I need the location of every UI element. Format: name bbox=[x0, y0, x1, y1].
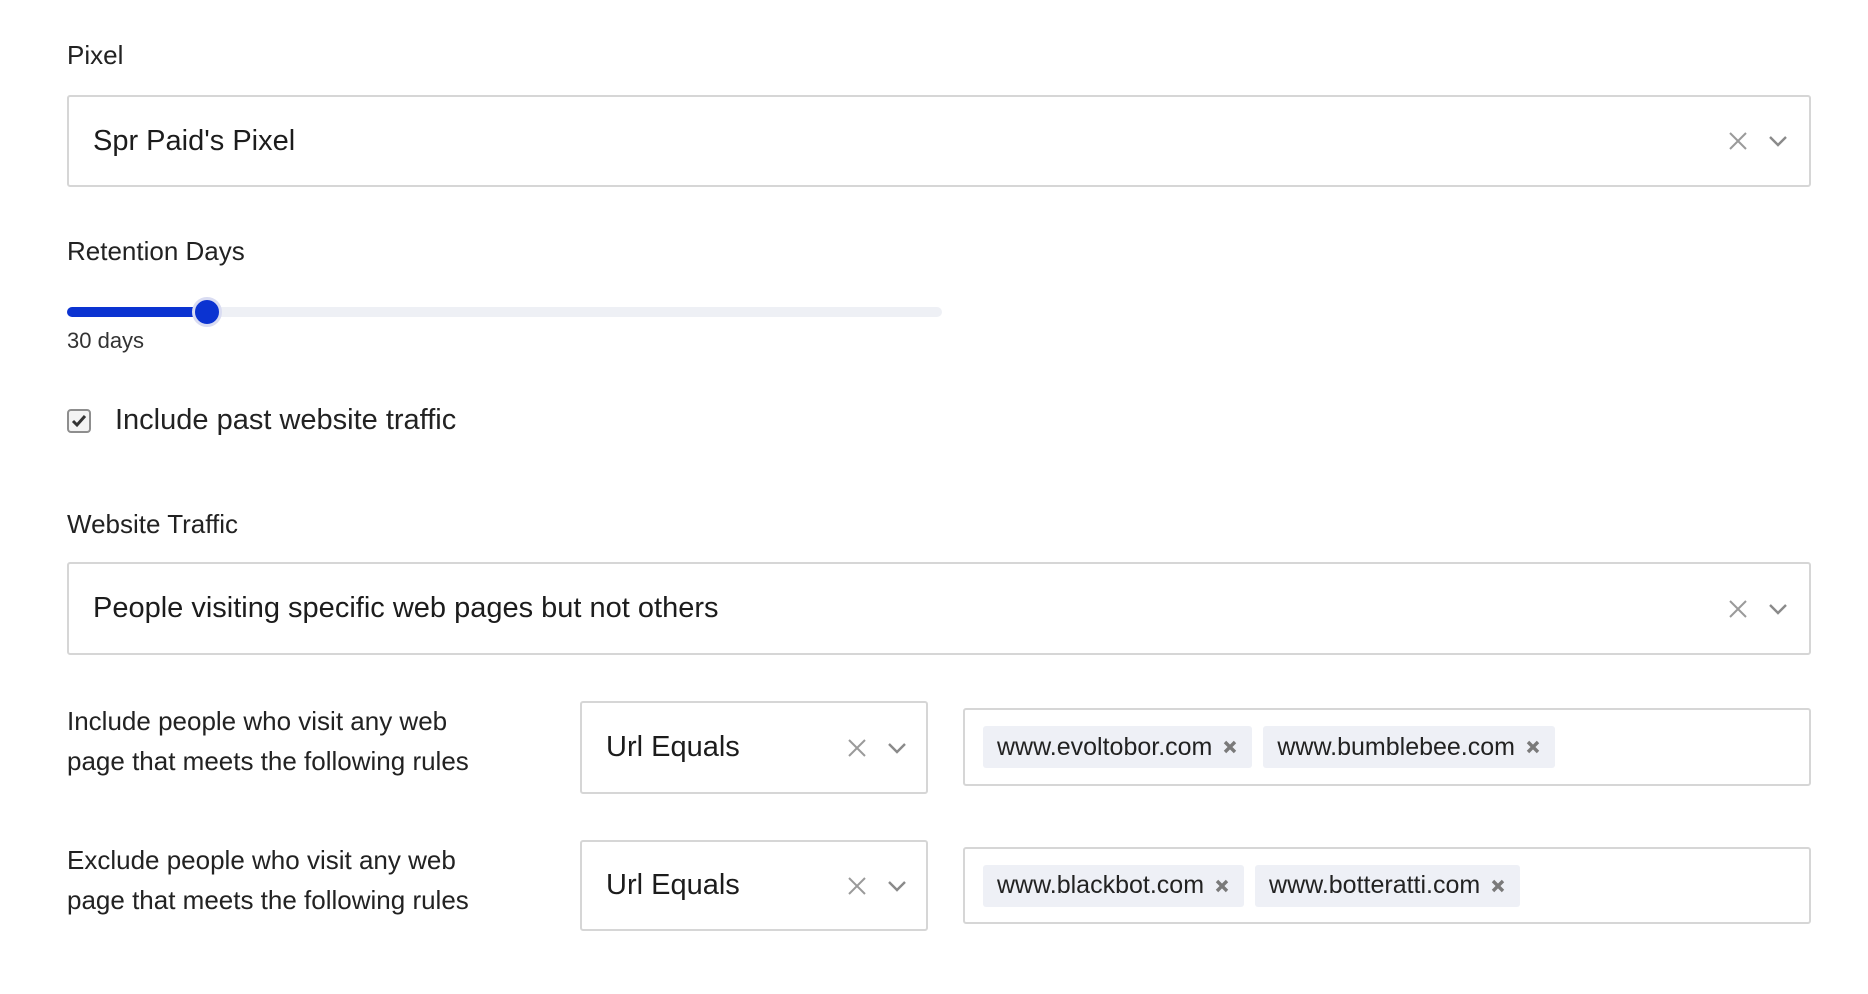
url-tag-label: www.evoltobor.com bbox=[997, 732, 1213, 761]
url-tag: www.blackbot.com bbox=[983, 864, 1245, 907]
website-traffic-label: Website Traffic bbox=[67, 509, 238, 539]
pixel-label: Pixel bbox=[67, 40, 124, 70]
chevron-down-icon[interactable] bbox=[1761, 592, 1795, 626]
include-rule-label-line1: Include people who visit any web bbox=[67, 706, 448, 736]
include-operator-select[interactable]: Url Equals bbox=[580, 701, 928, 794]
close-icon[interactable] bbox=[1721, 592, 1755, 626]
exclude-rule-label-line1: Exclude people who visit any web bbox=[67, 845, 456, 875]
include-operator-value: Url Equals bbox=[606, 731, 740, 763]
url-tag: www.evoltobor.com bbox=[983, 726, 1253, 768]
chevron-down-icon[interactable] bbox=[880, 731, 914, 765]
exclude-urls-input[interactable]: www.blackbot.com www.botteratti.com bbox=[963, 847, 1811, 924]
retention-slider-fill bbox=[67, 307, 207, 317]
retention-value: 30 days bbox=[67, 328, 145, 353]
url-tag-label: www.bumblebee.com bbox=[1277, 732, 1515, 761]
close-icon[interactable] bbox=[840, 869, 874, 903]
url-tag-label: www.botteratti.com bbox=[1269, 871, 1481, 899]
include-rule-label: Include people who visit any web page th… bbox=[67, 701, 547, 781]
remove-tag-icon[interactable] bbox=[1525, 739, 1541, 755]
exclude-operator-select[interactable]: Url Equals bbox=[580, 840, 928, 931]
close-icon[interactable] bbox=[1721, 124, 1755, 158]
include-urls-input[interactable]: www.evoltobor.com www.bumblebee.com bbox=[963, 708, 1811, 786]
exclude-operator-value: Url Equals bbox=[606, 869, 740, 901]
website-traffic-select[interactable]: People visiting specific web pages but n… bbox=[67, 562, 1811, 655]
past-traffic-label: Include past website traffic bbox=[115, 404, 457, 436]
chevron-down-icon[interactable] bbox=[1761, 124, 1795, 158]
checkmark-icon bbox=[71, 414, 87, 427]
chevron-down-icon[interactable] bbox=[880, 869, 914, 903]
close-icon[interactable] bbox=[840, 731, 874, 765]
url-tag: www.botteratti.com bbox=[1255, 864, 1521, 907]
exclude-rule-label: Exclude people who visit any web page th… bbox=[67, 840, 547, 920]
website-traffic-select-value: People visiting specific web pages but n… bbox=[93, 592, 719, 624]
past-traffic-checkbox[interactable] bbox=[67, 408, 91, 433]
remove-tag-icon[interactable] bbox=[1222, 739, 1238, 755]
remove-tag-icon[interactable] bbox=[1490, 878, 1506, 894]
past-traffic-row: Include past website traffic bbox=[67, 404, 456, 437]
retention-slider[interactable] bbox=[67, 297, 942, 327]
include-rule-label-line2: page that meets the following rules bbox=[67, 746, 469, 776]
remove-tag-icon[interactable] bbox=[1214, 878, 1230, 894]
pixel-select-value: Spr Paid's Pixel bbox=[93, 124, 296, 157]
url-tag-label: www.blackbot.com bbox=[997, 871, 1205, 899]
retention-slider-thumb[interactable] bbox=[192, 297, 222, 327]
url-tag: www.bumblebee.com bbox=[1263, 726, 1555, 768]
retention-days-label: Retention Days bbox=[67, 236, 245, 266]
pixel-select[interactable]: Spr Paid's Pixel bbox=[67, 95, 1811, 187]
exclude-rule-label-line2: page that meets the following rules bbox=[67, 885, 469, 915]
